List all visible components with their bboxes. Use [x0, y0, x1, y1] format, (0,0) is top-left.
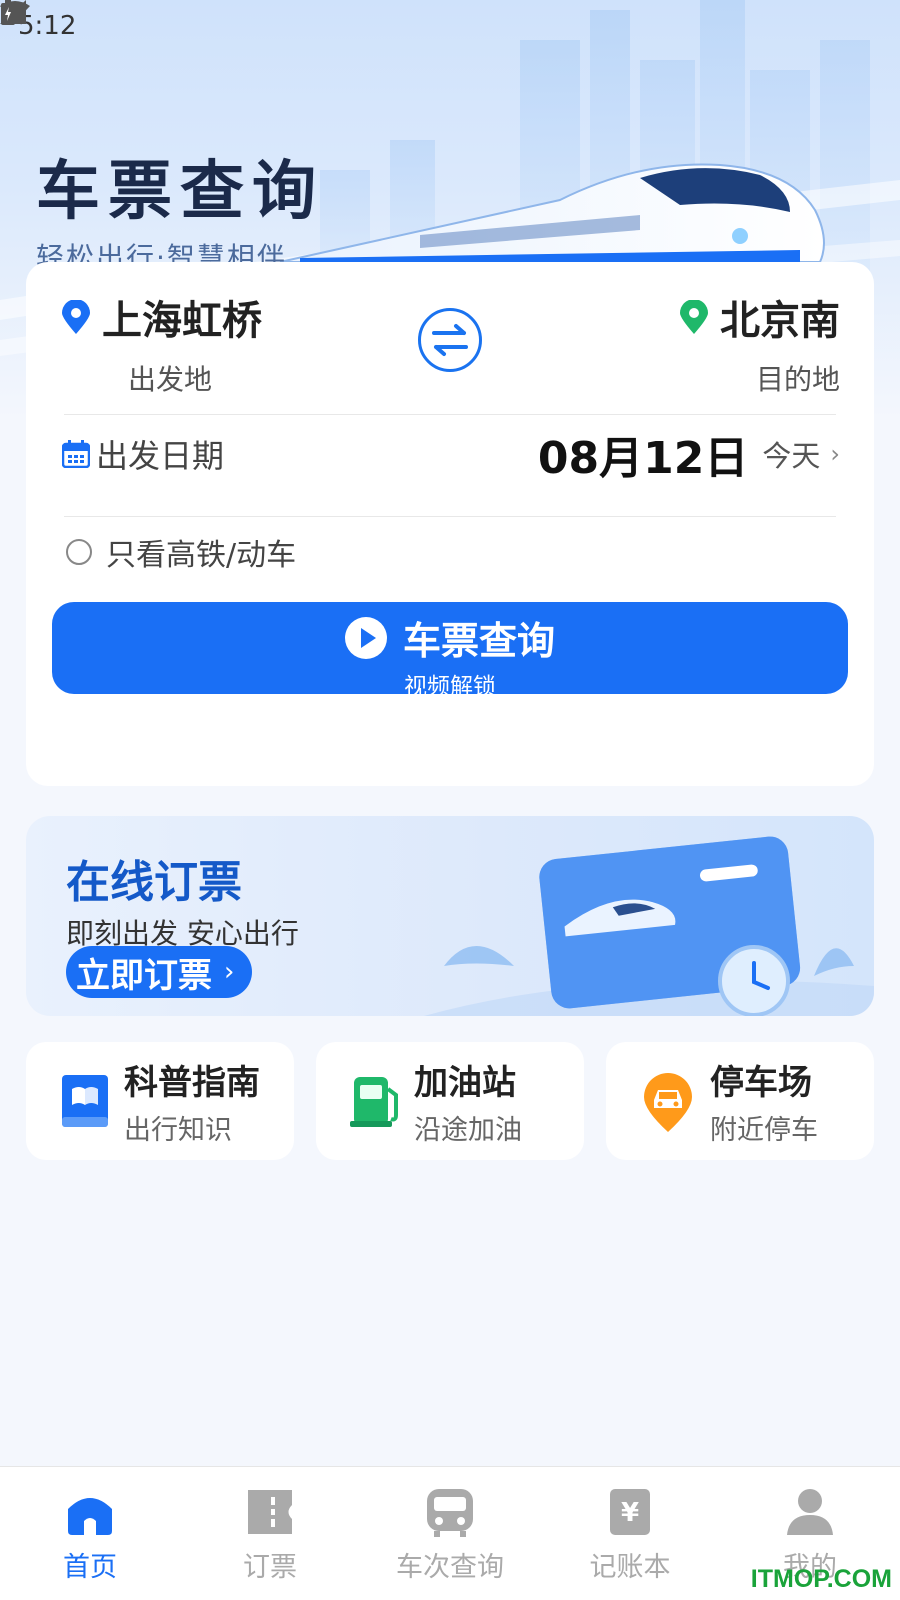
status-bar: 5:12 — [0, 0, 900, 52]
calendar-icon — [62, 440, 90, 468]
feature-title: 加油站 — [414, 1063, 516, 1103]
nav-label: 车次查询 — [396, 1552, 504, 1583]
nav-item-ledger[interactable]: ¥ 记账本 — [540, 1467, 720, 1600]
departure-label: 出发地 — [128, 363, 213, 396]
home-icon — [68, 1498, 112, 1535]
nav-label: 记账本 — [589, 1552, 671, 1583]
feature-title: 停车场 — [710, 1063, 812, 1103]
ledger-icon: ¥ — [610, 1489, 650, 1535]
nav-label: 首页 — [63, 1552, 117, 1583]
location-pin-icon — [680, 300, 708, 334]
date-value: 08月12日 — [537, 433, 749, 484]
chevron-right-icon: › — [224, 957, 235, 987]
date-label: 出发日期 — [96, 437, 225, 475]
book-now-button[interactable]: 立即订票 › — [66, 946, 253, 998]
search-button-sublabel: 视频解锁 — [404, 674, 496, 700]
location-pin-icon — [62, 300, 90, 334]
battery-icon — [1, 0, 15, 25]
date-hint: 今天 — [762, 439, 821, 473]
departure-station[interactable]: 上海虹桥 出发地 — [62, 288, 262, 398]
train-icon — [427, 1489, 473, 1537]
divider — [64, 516, 836, 517]
feature-cards: 科普指南 出行知识 加油站 沿途加油 停车场 附近停车 — [26, 1042, 874, 1160]
nav-item-train-search[interactable]: 车次查询 — [360, 1467, 540, 1600]
feature-subtitle: 沿途加油 — [414, 1115, 522, 1146]
gas-pump-icon — [350, 1077, 398, 1127]
ticket-search-card: 上海虹桥 出发地 北京南 目的地 出发日期 08月12日 今天 › 只看高铁/动… — [26, 262, 874, 786]
arrival-label: 目的地 — [755, 363, 840, 396]
book-now-label: 立即订票 — [76, 955, 212, 996]
feature-title: 科普指南 — [124, 1063, 260, 1103]
high-speed-filter[interactable]: 只看高铁/动车 — [66, 530, 296, 574]
feature-card-parking[interactable]: 停车场 附近停车 — [606, 1042, 874, 1160]
booking-title: 在线订票 — [66, 857, 242, 908]
arrival-station[interactable]: 北京南 目的地 — [680, 288, 840, 398]
book-icon — [62, 1075, 108, 1127]
ticket-icon — [248, 1490, 292, 1534]
online-booking-banner[interactable]: 在线订票 即刻出发 安心出行 立即订票 › — [26, 816, 874, 1016]
feature-subtitle: 出行知识 — [124, 1115, 232, 1146]
hero-title: 车票查询 — [36, 155, 324, 229]
nav-item-home[interactable]: 首页 — [0, 1467, 180, 1600]
user-icon — [787, 1489, 833, 1535]
swap-arrows-icon — [432, 324, 468, 356]
svg-text:¥: ¥ — [621, 1498, 639, 1528]
feature-card-guide[interactable]: 科普指南 出行知识 — [26, 1042, 294, 1160]
chevron-right-icon: › — [830, 440, 840, 468]
ticket-card-illustration — [424, 836, 874, 1016]
departure-station-name: 上海虹桥 — [102, 298, 262, 344]
filter-label: 只看高铁/动车 — [106, 538, 297, 573]
nav-item-tickets[interactable]: 订票 — [180, 1467, 360, 1600]
play-icon — [344, 616, 387, 659]
departure-date-row[interactable]: 出发日期 08月12日 今天 › — [62, 414, 840, 494]
feature-card-gas-station[interactable]: 加油站 沿途加油 — [316, 1042, 584, 1160]
search-button-label: 车票查询 — [402, 619, 555, 663]
radio-button[interactable] — [66, 539, 92, 565]
arrival-station-name: 北京南 — [720, 298, 840, 344]
watermark: ITMOP.COM — [750, 1565, 892, 1593]
swap-stations-button[interactable] — [418, 308, 482, 372]
car-pin-icon — [644, 1073, 692, 1132]
search-tickets-button[interactable]: 车票查询 视频解锁 — [52, 602, 848, 700]
nav-label: 订票 — [243, 1552, 297, 1583]
feature-subtitle: 附近停车 — [710, 1115, 818, 1146]
